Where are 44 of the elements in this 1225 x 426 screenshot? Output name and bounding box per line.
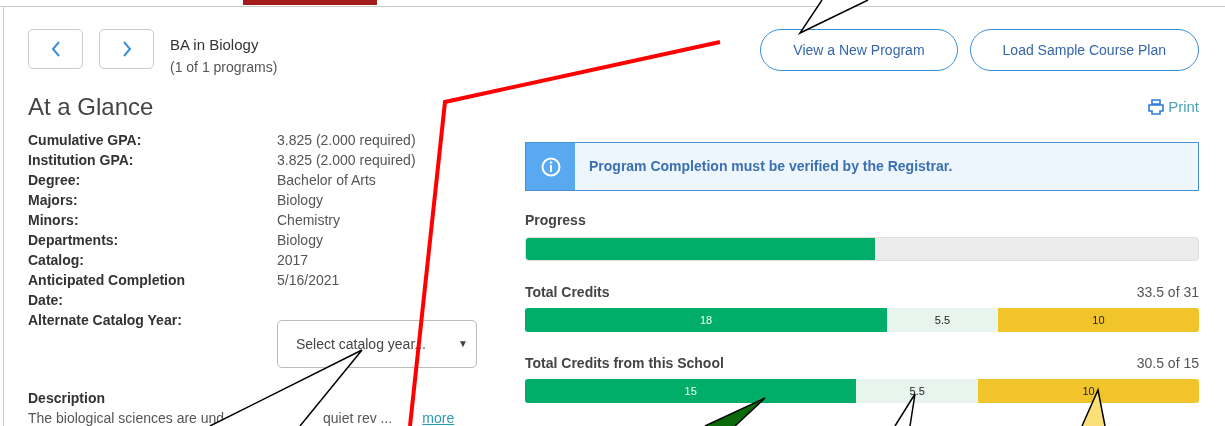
description-title: Description — [28, 389, 106, 408]
description-text: quiet rev ... — [323, 409, 393, 426]
detail-value: 3.825 (2.000 required) — [277, 131, 416, 150]
credit-segment: 10 — [997, 308, 1199, 332]
printer-icon — [1148, 99, 1165, 115]
detail-value: 3.825 (2.000 required) — [277, 151, 416, 170]
program-count: (1 of 1 programs) — [170, 58, 278, 77]
credits-total: 30.5 of 15 — [1136, 354, 1199, 372]
detail-value: 5/16/2021 — [277, 271, 340, 290]
callout-pointer — [704, 397, 766, 426]
detail-value: Biology — [277, 231, 323, 250]
next-button[interactable] — [99, 29, 154, 69]
credit-segment: 15 — [525, 379, 857, 403]
credit-segment: 10 — [978, 379, 1199, 403]
chevron-right-icon — [121, 41, 132, 57]
detail-label: Departments: — [28, 231, 120, 250]
progress-label: Progress — [525, 211, 587, 229]
program-title: BA in Biology — [170, 35, 260, 55]
detail-label: Anticipated Completion Date: — [28, 271, 187, 310]
callout-pointer — [1081, 387, 1106, 426]
dropdown-arrow-icon: ▼ — [458, 334, 468, 354]
detail-label: Catalog: — [28, 251, 85, 270]
section-heading: At a Glance — [28, 92, 155, 122]
detail-value: 2017 — [277, 251, 309, 270]
notice-text: Program Completion must be verified by the Registrar. — [589, 157, 953, 176]
detail-value: Chemistry — [277, 211, 340, 230]
detail-label: Cumulative GPA: — [28, 131, 143, 150]
detail-label: Minors: — [28, 211, 80, 230]
credit-segment: 5.5 — [887, 308, 998, 332]
info-icon — [540, 156, 561, 177]
more-link[interactable]: more — [422, 408, 455, 426]
credit-segment: 18 — [525, 308, 888, 332]
detail-value: Biology — [277, 191, 323, 210]
detail-value: Bachelor of Arts — [277, 171, 376, 190]
credits-label: Total Credits — [525, 283, 610, 301]
previous-button[interactable] — [28, 29, 83, 69]
credits-label: Total Credits from this School — [525, 354, 724, 372]
chevron-left-icon — [50, 41, 61, 57]
detail-label: Institution GPA: — [28, 151, 135, 170]
credits-total: 33.5 of 31 — [1136, 283, 1199, 301]
detail-label: Alternate Catalog Year: — [28, 311, 183, 330]
credit-segment: 5.5 — [856, 379, 978, 403]
detail-label: Majors: — [28, 191, 79, 210]
detail-label: Degree: — [28, 171, 82, 190]
